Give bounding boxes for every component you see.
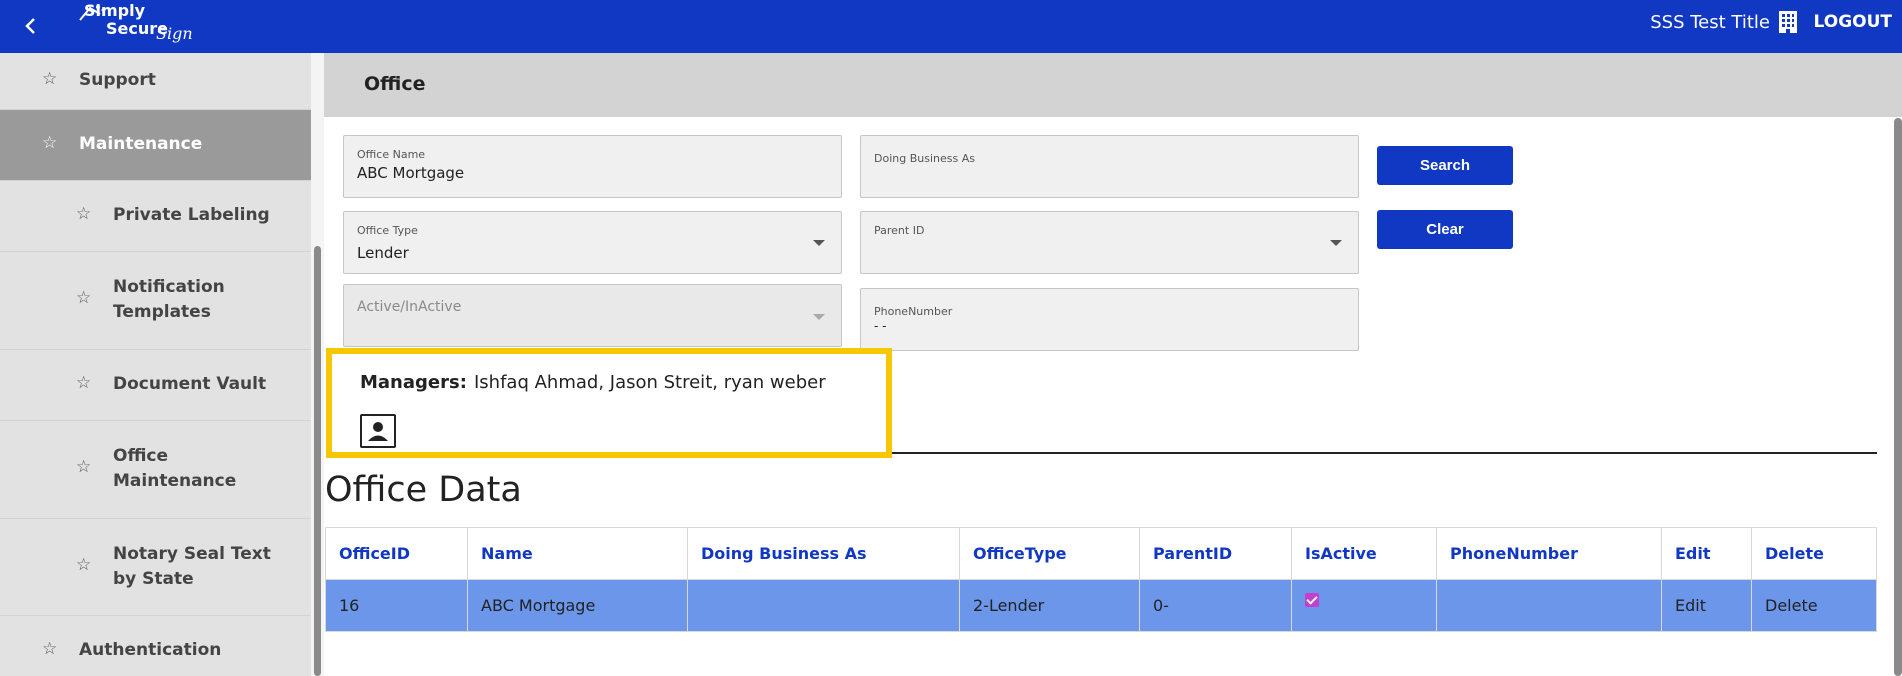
- page-header: Office: [324, 53, 1902, 117]
- sidebar-item-authentication[interactable]: ☆ Authentication: [0, 616, 311, 676]
- isactive-checkbox[interactable]: [1305, 593, 1319, 607]
- cell-phonenumber: [1436, 579, 1662, 632]
- sidebar-item-label: Document Vault: [113, 374, 267, 394]
- building-icon: [1779, 11, 1797, 33]
- col-header-name[interactable]: Name: [467, 527, 688, 580]
- managers-label: Managers:: [360, 372, 467, 393]
- star-icon: ☆: [76, 555, 92, 575]
- sidebar-item-maintenance[interactable]: ☆ Maintenance: [0, 110, 311, 181]
- logo-text-sign: Sign: [156, 24, 193, 43]
- doing-business-as-field[interactable]: Doing Business As: [860, 135, 1359, 198]
- dropdown-arrow-icon: [813, 240, 825, 246]
- sidebar-item-label: Notification Templates: [113, 277, 225, 322]
- sidebar-item-label: Office Maintenance: [113, 446, 237, 491]
- sidebar-item-label: Notary Seal Text by State: [113, 544, 271, 589]
- col-header-officetype[interactable]: OfficeType: [959, 527, 1140, 580]
- field-value: Lender: [357, 244, 409, 262]
- office-type-select[interactable]: Office Type Lender: [343, 211, 842, 274]
- cell-name: ABC Mortgage: [467, 579, 688, 632]
- sidebar-item-label: Support: [79, 70, 156, 90]
- col-header-edit: Edit: [1661, 527, 1752, 580]
- col-header-dba[interactable]: Doing Business As: [687, 527, 960, 580]
- col-header-phonenumber[interactable]: PhoneNumber: [1436, 527, 1662, 580]
- field-label: Active/InActive: [357, 299, 462, 315]
- sidebar-item-label: Maintenance: [79, 134, 203, 154]
- star-icon: ☆: [42, 639, 58, 659]
- top-bar: Simply Secure Sign SSS Test Title LOGOUT: [0, 0, 1902, 53]
- dropdown-arrow-icon: [1330, 240, 1342, 246]
- star-icon: ☆: [42, 69, 58, 89]
- managers-list: Ishfaq Ahmad, Jason Streit, ryan weber: [474, 372, 826, 393]
- sidebar-item-support[interactable]: ☆ Support: [0, 53, 311, 110]
- tenant-title: SSS Test Title: [1650, 12, 1770, 33]
- app-logo: Simply Secure Sign: [76, 1, 193, 50]
- managers-panel: Managers: Ishfaq Ahmad, Jason Streit, ry…: [326, 348, 892, 458]
- cell-officetype: 2-Lender: [959, 579, 1140, 632]
- office-data-table: OfficeID Name Doing Business As OfficeTy…: [325, 527, 1877, 632]
- star-icon: ☆: [42, 133, 58, 153]
- page-title: Office: [364, 73, 426, 95]
- star-icon: ☆: [76, 457, 92, 477]
- person-icon: [368, 422, 388, 441]
- field-label: PhoneNumber: [874, 305, 953, 318]
- field-label: Doing Business As: [874, 152, 975, 165]
- col-header-delete: Delete: [1751, 527, 1877, 580]
- field-label: Office Name: [357, 148, 426, 161]
- manage-managers-button[interactable]: [360, 414, 396, 448]
- back-button[interactable]: [14, 10, 46, 42]
- dropdown-arrow-icon: [813, 314, 825, 320]
- star-icon: ☆: [76, 288, 92, 308]
- star-icon: ☆: [76, 204, 92, 224]
- cell-officeid: 16: [325, 579, 468, 632]
- col-header-isactive[interactable]: IsActive: [1291, 527, 1437, 580]
- sidebar-item-document-vault[interactable]: ☆ Document Vault: [0, 350, 311, 421]
- logo-text-simply: Simply: [84, 1, 146, 20]
- search-button[interactable]: Search: [1377, 146, 1513, 185]
- section-divider: [892, 452, 1877, 454]
- field-label: Office Type: [357, 224, 418, 237]
- office-name-field[interactable]: Office Name ABC Mortgage: [343, 135, 842, 198]
- active-inactive-select: Active/InActive: [343, 284, 842, 347]
- parent-id-select[interactable]: Parent ID: [860, 211, 1359, 274]
- cell-isactive: [1291, 579, 1437, 632]
- table-header-row: OfficeID Name Doing Business As OfficeTy…: [325, 527, 1877, 580]
- sidebar-item-notification-templates[interactable]: ☆ Notification Templates: [0, 252, 311, 350]
- field-label: Parent ID: [874, 224, 925, 237]
- col-header-parentid[interactable]: ParentID: [1139, 527, 1292, 580]
- cell-dba: [687, 579, 960, 632]
- star-icon: ☆: [76, 373, 92, 393]
- sidebar-item-label: Authentication: [79, 640, 222, 660]
- sidebar-item-private-labeling[interactable]: ☆ Private Labeling: [0, 181, 311, 252]
- table-row[interactable]: 16 ABC Mortgage 2-Lender 0- Edit Delete: [325, 579, 1877, 632]
- clear-button[interactable]: Clear: [1377, 210, 1513, 249]
- field-value: ABC Mortgage: [357, 164, 465, 182]
- col-header-officeid[interactable]: OfficeID: [325, 527, 468, 580]
- sidebar-item-office-maintenance[interactable]: ☆ Office Maintenance: [0, 421, 311, 519]
- field-value: - -: [874, 319, 887, 333]
- phone-number-field[interactable]: PhoneNumber - -: [860, 288, 1359, 351]
- sidebar-item-notary-seal[interactable]: ☆ Notary Seal Text by State: [0, 519, 311, 616]
- sidebar-item-label: Private Labeling: [113, 205, 270, 225]
- main-scrollbar[interactable]: [1894, 118, 1902, 676]
- sidebar: ☆ Support ☆ Maintenance ☆ Private Labeli…: [0, 53, 311, 676]
- office-data-title: Office Data: [325, 470, 522, 510]
- logout-button[interactable]: LOGOUT: [1814, 12, 1892, 32]
- cell-parentid: 0-: [1139, 579, 1292, 632]
- sidebar-scrollbar-thumb[interactable]: [314, 246, 321, 676]
- delete-link[interactable]: Delete: [1751, 579, 1877, 632]
- chevron-left-icon: [25, 18, 35, 34]
- edit-link[interactable]: Edit: [1661, 579, 1752, 632]
